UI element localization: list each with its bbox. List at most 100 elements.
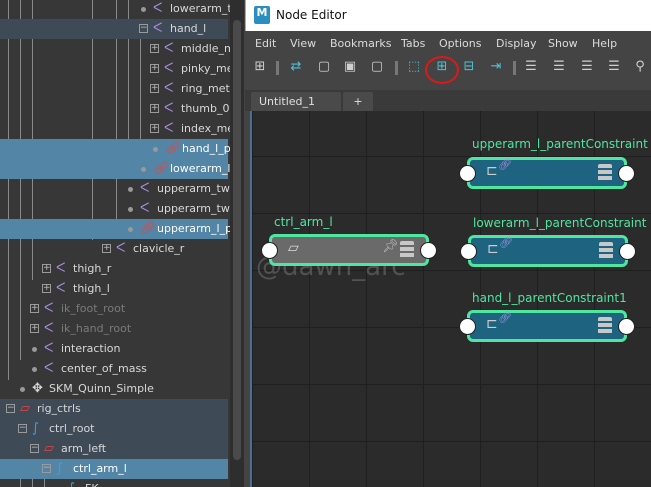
output-connections-icon[interactable]: ▢: [368, 58, 386, 76]
collapse-icon[interactable]: −: [30, 444, 39, 453]
outliner-row[interactable]: + ᐸ thigh_r: [0, 259, 228, 279]
search-icon[interactable]: ⚲: [631, 58, 649, 76]
outliner-row[interactable]: − ▱ arm_left: [0, 439, 228, 459]
scrollbar-thumb[interactable]: [233, 20, 241, 460]
outliner-row[interactable]: 🔗︎ hand_l_p: [0, 139, 230, 159]
outliner-row[interactable]: + ᐸ clavicle_r: [0, 239, 228, 259]
constraint-icon: ⊏: [487, 241, 499, 257]
menu-show[interactable]: Show: [548, 37, 578, 50]
tab-untitled-1[interactable]: Untitled_1 ✕: [251, 92, 341, 121]
attributes-icon[interactable]: [400, 241, 414, 258]
output-port[interactable]: [619, 243, 636, 260]
node-label: hand_l_parentConstraint1: [472, 291, 627, 305]
outliner-item-label: ik_hand_root: [61, 322, 132, 335]
collapse-icon[interactable]: −: [18, 424, 27, 433]
add-node-icon[interactable]: ⊞: [251, 58, 269, 76]
attributes-icon[interactable]: [598, 317, 612, 334]
outliner-scrollbar[interactable]: [230, 0, 244, 487]
expand-icon[interactable]: +: [150, 84, 159, 93]
outliner-row[interactable]: − ∫ ctrl_arm_l: [0, 459, 228, 479]
outliner-row[interactable]: − ▱ rig_ctrls: [0, 399, 228, 419]
outliner-item-label: pinky_met: [181, 62, 230, 75]
outliner-row[interactable]: ✥ SKM_Quinn_Simple: [0, 379, 228, 399]
expand-icon[interactable]: +: [30, 304, 39, 313]
input-port[interactable]: [460, 243, 477, 260]
node-hand-l-parentconstraint1[interactable]: ⊏ 🔗︎: [459, 310, 635, 342]
title-bar: M Node Editor: [245, 0, 651, 31]
outliner-row[interactable]: − ᐸ hand_l: [0, 19, 228, 39]
swap-icon[interactable]: ⇄: [287, 58, 305, 76]
node-lowerarm-l-parentconstraint[interactable]: ⊏ 🔗︎: [460, 235, 636, 267]
output-port[interactable]: [420, 242, 437, 259]
expand-icon[interactable]: +: [30, 324, 39, 333]
outliner-row[interactable]: + ᐸ ik_hand_root: [0, 319, 228, 339]
outliner-row[interactable]: + ᐸ ring_met: [0, 79, 230, 99]
remove-selected-nodes-icon[interactable]: ⊟: [460, 58, 478, 76]
outliner-row[interactable]: 🔗︎ upperarm_l_p: [0, 219, 230, 239]
outliner-row[interactable]: + ᐸ ik_foot_root: [0, 299, 228, 319]
attributes-icon[interactable]: [599, 242, 613, 259]
node-upperarm-l-parentconstraint[interactable]: ⊏ 🔗︎: [459, 157, 635, 189]
expand-icon[interactable]: +: [42, 264, 51, 273]
input-port[interactable]: [459, 165, 476, 182]
menu-view[interactable]: View: [290, 37, 316, 50]
outliner-row[interactable]: ∫ FK: [0, 479, 228, 487]
outliner-row[interactable]: − ∫ ctrl_root: [0, 419, 228, 439]
graph-canvas[interactable]: @dawn_arc ctrl_arm_l ▱ 📌︎ upperarm_l_par…: [250, 111, 651, 487]
output-port[interactable]: [618, 318, 635, 335]
add-tab-button[interactable]: +: [343, 92, 373, 111]
custom-mode-icon[interactable]: ☰: [605, 58, 623, 76]
outliner-item-label: lowerarm_t: [170, 2, 230, 15]
outliner-row[interactable]: + ᐸ thigh_l: [0, 279, 228, 299]
input-port[interactable]: [261, 242, 278, 259]
full-mode-icon[interactable]: ☰: [578, 58, 596, 76]
outliner-row[interactable]: ᐸ upperarm_twi: [0, 199, 230, 219]
tab-bar: Untitled_1 ✕ +: [245, 90, 651, 121]
joint-icon: ᐸ: [164, 61, 174, 76]
outliner-row[interactable]: + ᐸ middle_m: [0, 39, 230, 59]
outliner-item-label: thigh_l: [73, 282, 110, 295]
joint-icon: ᐸ: [153, 21, 163, 36]
simple-mode-icon[interactable]: ☰: [522, 58, 540, 76]
node-label: lowerarm_l_parentConstraint: [473, 216, 647, 230]
expand-icon[interactable]: +: [150, 124, 159, 133]
outliner-row[interactable]: ᐸ center_of_mass: [0, 359, 228, 379]
connected-mode-icon[interactable]: ☰: [550, 58, 568, 76]
expand-icon[interactable]: +: [150, 104, 159, 113]
frame-selection-icon[interactable]: ⬚: [405, 58, 423, 76]
outliner-row[interactable]: + ᐸ index_me: [0, 119, 230, 139]
menu-bookmarks[interactable]: Bookmarks: [330, 37, 391, 50]
curve-icon: ∫: [68, 481, 75, 487]
menu-help[interactable]: Help: [592, 37, 617, 50]
collapse-icon[interactable]: −: [42, 464, 51, 473]
outliner-item-label: ring_met: [181, 82, 230, 95]
input-connections-icon[interactable]: ▢: [315, 58, 333, 76]
outliner-row[interactable]: 🔗︎ lowerarm_l_: [0, 159, 230, 179]
window-title: Node Editor: [276, 8, 347, 22]
attributes-icon[interactable]: [598, 164, 612, 181]
collapse-icon[interactable]: −: [139, 24, 148, 33]
outliner-row[interactable]: ᐸ interaction: [0, 339, 228, 359]
input-port[interactable]: [459, 318, 476, 335]
outliner-item-label: ik_foot_root: [61, 302, 126, 315]
output-port[interactable]: [618, 165, 635, 182]
expand-icon[interactable]: +: [150, 44, 159, 53]
expand-icon[interactable]: +: [102, 244, 111, 253]
leaf-dot: [128, 207, 133, 212]
node-ctrl-arm-l[interactable]: ▱ 📌︎: [261, 234, 437, 266]
outliner-row[interactable]: ᐸ lowerarm_t: [0, 0, 230, 19]
menu-options[interactable]: Options: [439, 37, 481, 50]
outliner-item-label: upperarm_l_p: [157, 222, 230, 235]
outliner-row[interactable]: + ᐸ pinky_met: [0, 59, 230, 79]
input-output-connections-icon[interactable]: ▣: [341, 58, 359, 76]
outliner-row[interactable]: + ᐸ thumb_0: [0, 99, 229, 119]
expand-icon[interactable]: +: [42, 284, 51, 293]
menu-tabs[interactable]: Tabs: [401, 37, 425, 50]
menu-display[interactable]: Display: [496, 37, 537, 50]
outliner-row[interactable]: ᐸ upperarm_twi: [0, 179, 230, 199]
collapse-icon[interactable]: −: [6, 404, 15, 413]
menu-edit[interactable]: Edit: [255, 37, 276, 50]
expand-icon[interactable]: +: [150, 64, 159, 73]
joint-icon: ᐸ: [116, 241, 126, 256]
layout-graph-icon[interactable]: ⇥: [487, 58, 505, 76]
